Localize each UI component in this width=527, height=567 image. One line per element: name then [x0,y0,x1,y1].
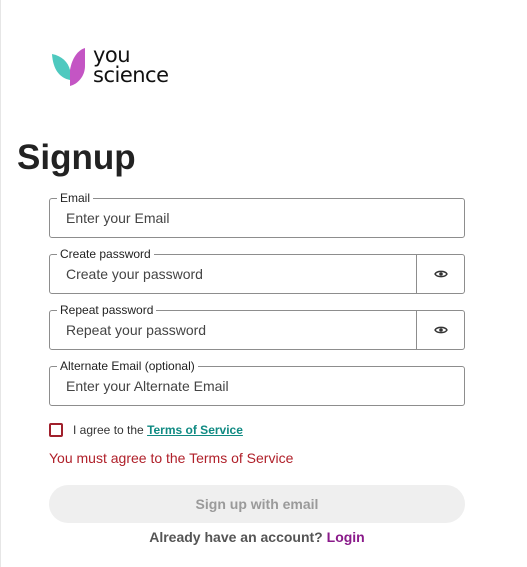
youscience-logo: you science [50,44,190,90]
terms-prefix: I agree to the [73,423,144,437]
eye-icon [433,270,448,278]
repeat-password-input[interactable] [66,311,404,349]
alternate-email-input[interactable] [66,367,452,405]
terms-of-service-link[interactable]: Terms of Service [147,423,243,437]
terms-text: I agree to the Terms of Service [73,423,243,437]
terms-error-message: You must agree to the Terms of Service [49,450,294,466]
repeat-password-field: Repeat password [49,303,465,350]
leaf-mark-icon [52,48,85,86]
sign-up-with-email-button[interactable]: Sign up with email [49,485,465,523]
terms-checkbox[interactable] [49,423,63,437]
page-title: Signup [17,138,136,177]
create-password-field: Create password [49,247,465,294]
login-prompt: Already have an account? Login [49,529,465,545]
email-field: Email [49,191,465,238]
eye-icon [433,326,448,334]
alternate-email-field: Alternate Email (optional) [49,359,465,406]
page-divider [0,0,1,567]
show-password-button[interactable] [416,255,464,293]
show-repeat-password-button[interactable] [416,311,464,349]
logo-word-science: science [93,63,169,87]
login-link[interactable]: Login [327,529,365,545]
create-password-input[interactable] [66,255,404,293]
login-prompt-text: Already have an account? [149,529,323,545]
email-input[interactable] [66,199,452,237]
